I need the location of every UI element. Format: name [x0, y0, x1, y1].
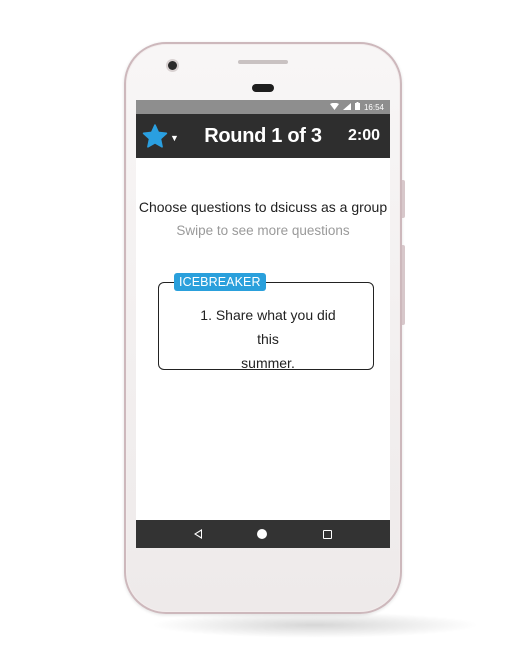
question-line-1: 1. Share what you did this [200, 307, 336, 347]
earpiece [252, 84, 274, 92]
volume-button [402, 245, 405, 325]
phone-screen: 16:54 ▼ Round 1 of 3 2:00 Choose questio… [136, 100, 390, 548]
wifi-icon [329, 102, 339, 112]
question-text: 1. Share what you did this summer. [188, 303, 348, 375]
question-line-2: summer. [241, 355, 295, 371]
speaker-grille [238, 60, 288, 64]
phone-shadow [150, 612, 480, 638]
instruction-text: Choose questions to dsicuss as a group [138, 199, 388, 215]
signal-icon [342, 102, 351, 112]
home-icon[interactable] [257, 529, 268, 539]
power-button [402, 180, 405, 218]
swipe-hint: Swipe to see more questions [176, 223, 350, 238]
front-camera [168, 61, 177, 70]
nav-bar [136, 520, 390, 548]
recents-icon[interactable] [323, 529, 333, 539]
round-timer: 2:00 [347, 127, 380, 144]
back-icon[interactable] [193, 529, 202, 539]
status-time: 16:54 [363, 102, 384, 112]
app-bar: ▼ Round 1 of 3 2:00 [136, 114, 390, 158]
status-bar: 16:54 [136, 100, 390, 114]
star-icon [142, 123, 168, 149]
star-menu-button[interactable]: ▼ [142, 122, 182, 150]
category-tag: ICEBREAKER [174, 273, 266, 291]
battery-icon [354, 102, 360, 112]
page-title: Round 1 of 3 [204, 124, 322, 147]
caret-down-icon: ▼ [170, 133, 179, 143]
